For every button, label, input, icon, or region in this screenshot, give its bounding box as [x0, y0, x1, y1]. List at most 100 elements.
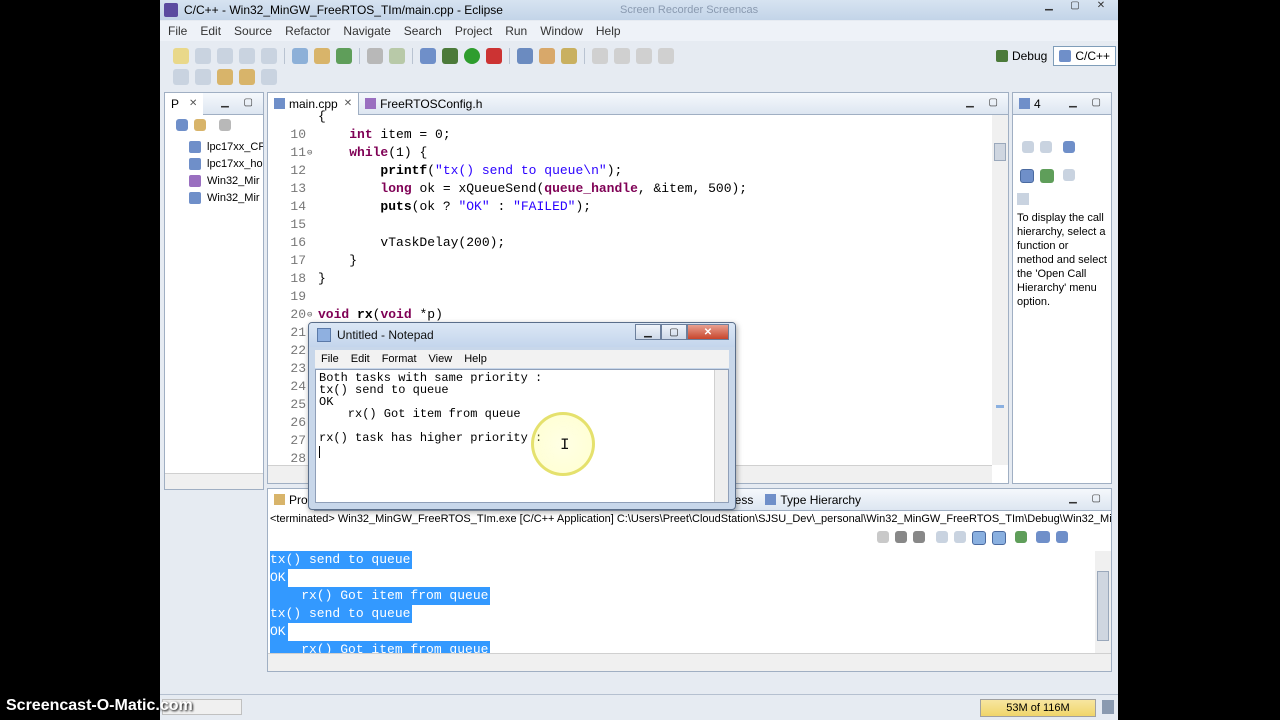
remove-launch-icon[interactable] — [895, 531, 907, 543]
next-icon[interactable] — [1022, 141, 1034, 153]
view-menu-icon[interactable] — [219, 119, 231, 131]
external-tools-icon[interactable] — [486, 48, 502, 64]
menu-navigate[interactable]: Navigate — [343, 24, 390, 38]
open-console-icon[interactable] — [1056, 531, 1068, 543]
menu-project[interactable]: Project — [455, 24, 492, 38]
console-vscroll[interactable] — [1095, 551, 1111, 653]
screen: C/C++ - Win32_MinGW_FreeRTOS_TIm/main.cp… — [0, 0, 1280, 720]
project-item[interactable]: lpc17xx_CP — [189, 139, 263, 155]
open-resource-icon[interactable] — [539, 48, 555, 64]
run-icon[interactable] — [464, 48, 480, 64]
maximize-icon[interactable]: ▢ — [661, 324, 687, 340]
refresh-icon[interactable] — [336, 48, 352, 64]
save-icon[interactable] — [195, 48, 211, 64]
notepad-menu-file[interactable]: File — [321, 353, 339, 365]
editor-scroll-thumb[interactable] — [994, 143, 1006, 161]
console-scroll-thumb[interactable] — [1097, 571, 1109, 641]
menu-search[interactable]: Search — [404, 24, 442, 38]
perspective-debug[interactable]: Debug — [990, 46, 1053, 66]
perspective-cpp[interactable]: C/C++ — [1053, 46, 1116, 66]
menu-source[interactable]: Source — [234, 24, 272, 38]
project-item[interactable]: lpc17xx_ho — [189, 156, 263, 172]
notepad-menu-view[interactable]: View — [429, 353, 453, 365]
maximize-icon[interactable]: ▢ — [1062, 0, 1088, 16]
code-line: 12 printf("tx() send to queue\n"); — [268, 162, 988, 180]
previous-annotation-icon[interactable] — [195, 69, 211, 85]
show-on-output-icon[interactable] — [972, 531, 986, 545]
save-all-icon[interactable] — [217, 48, 233, 64]
view-minmax-icon[interactable]: ▁ ▢ — [221, 97, 259, 108]
tab-project-explorer[interactable]: P ✕ — [165, 93, 204, 115]
pen-icon[interactable] — [561, 48, 577, 64]
tab-problems-label: Pro — [289, 492, 308, 507]
collapse-all-icon[interactable] — [176, 119, 188, 131]
menu-help[interactable]: Help — [596, 24, 621, 38]
notepad-menu-format[interactable]: Format — [382, 353, 417, 365]
menu-run[interactable]: Run — [505, 24, 527, 38]
pin-console-icon[interactable] — [1015, 531, 1027, 543]
fold-toggle-icon[interactable]: ⊖ — [307, 144, 315, 162]
console-hscroll[interactable] — [268, 653, 1111, 671]
view-minmax-icon[interactable]: ▁ ▢ — [966, 97, 1004, 108]
display-console-icon[interactable] — [1036, 531, 1050, 543]
show-callers-icon[interactable] — [1020, 169, 1034, 183]
build-icon[interactable] — [261, 48, 277, 64]
block-select-icon[interactable] — [636, 48, 652, 64]
notepad-menu-edit[interactable]: Edit — [351, 353, 370, 365]
open-type-icon[interactable] — [517, 48, 533, 64]
tab-call-hierarchy[interactable]: 4 — [1013, 93, 1047, 115]
line-number: 17 — [290, 253, 306, 268]
heap-status[interactable]: 53M of 116M — [980, 699, 1096, 717]
console-output[interactable]: tx() send to queue OK rx() Got item from … — [268, 551, 1095, 659]
next-annotation-icon[interactable] — [173, 69, 189, 85]
project-item[interactable]: Win32_Mir — [189, 190, 260, 206]
toggle-mark-icon[interactable] — [592, 48, 608, 64]
close-tab-icon[interactable]: ✕ — [189, 98, 197, 109]
project-label: lpc17xx_ho — [207, 158, 263, 170]
notepad-text-area[interactable]: Both tasks with same priority : tx() send… — [315, 369, 729, 503]
project-item[interactable]: Win32_Mir — [189, 173, 260, 189]
show-on-error-icon[interactable] — [992, 531, 1006, 545]
open-folder-icon[interactable] — [314, 48, 330, 64]
last-edit-icon[interactable] — [217, 69, 233, 85]
call-hierarchy-message: To display the call hierarchy, select a … — [1017, 212, 1107, 308]
console-line: rx() Got item from queue — [270, 587, 491, 605]
pin-view-icon[interactable] — [1017, 193, 1029, 205]
history-icon[interactable] — [1063, 169, 1075, 181]
pin-editor-icon[interactable] — [658, 48, 674, 64]
menu-window[interactable]: Window — [540, 24, 583, 38]
editor-vscroll[interactable] — [992, 115, 1008, 465]
show-callees-icon[interactable] — [1040, 169, 1054, 183]
close-icon[interactable]: ✕ — [687, 324, 729, 340]
remove-all-icon[interactable] — [913, 531, 925, 543]
tab-type-hierarchy[interactable]: Type Hierarchy — [759, 489, 867, 511]
at-icon[interactable] — [420, 48, 436, 64]
menu-file[interactable]: File — [168, 24, 187, 38]
show-whitespace-icon[interactable] — [614, 48, 630, 64]
cancel-search-icon[interactable] — [1063, 141, 1075, 153]
menu-edit[interactable]: Edit — [200, 24, 221, 38]
forward-icon[interactable] — [261, 69, 277, 85]
debug-bug-icon[interactable] — [442, 48, 458, 64]
menu-refactor[interactable]: Refactor — [285, 24, 330, 38]
terminate-icon[interactable] — [877, 531, 889, 543]
back-icon[interactable] — [239, 69, 255, 85]
tools-icon[interactable] — [367, 48, 383, 64]
view-minmax-icon[interactable]: ▁ ▢ — [1069, 97, 1107, 108]
view-minmax-icon[interactable]: ▁ ▢ — [1069, 493, 1107, 504]
minimize-icon[interactable]: ▁ — [635, 324, 661, 340]
close-icon[interactable]: ✕ — [1088, 0, 1114, 16]
new-icon[interactable] — [173, 48, 189, 64]
notepad-menu-help[interactable]: Help — [464, 353, 487, 365]
scroll-lock-icon[interactable] — [954, 531, 966, 543]
clear-console-icon[interactable] — [936, 531, 948, 543]
notepad-vscroll[interactable] — [714, 370, 728, 502]
new-project-icon[interactable] — [292, 48, 308, 64]
garbage-collect-icon[interactable] — [1102, 700, 1114, 714]
link-editor-icon[interactable] — [194, 119, 206, 131]
previous-icon[interactable] — [1040, 141, 1052, 153]
minimize-icon[interactable]: ▁ — [1036, 0, 1062, 16]
search-file-icon[interactable] — [389, 48, 405, 64]
project-explorer-hscroll[interactable] — [165, 473, 263, 489]
print-icon[interactable] — [239, 48, 255, 64]
